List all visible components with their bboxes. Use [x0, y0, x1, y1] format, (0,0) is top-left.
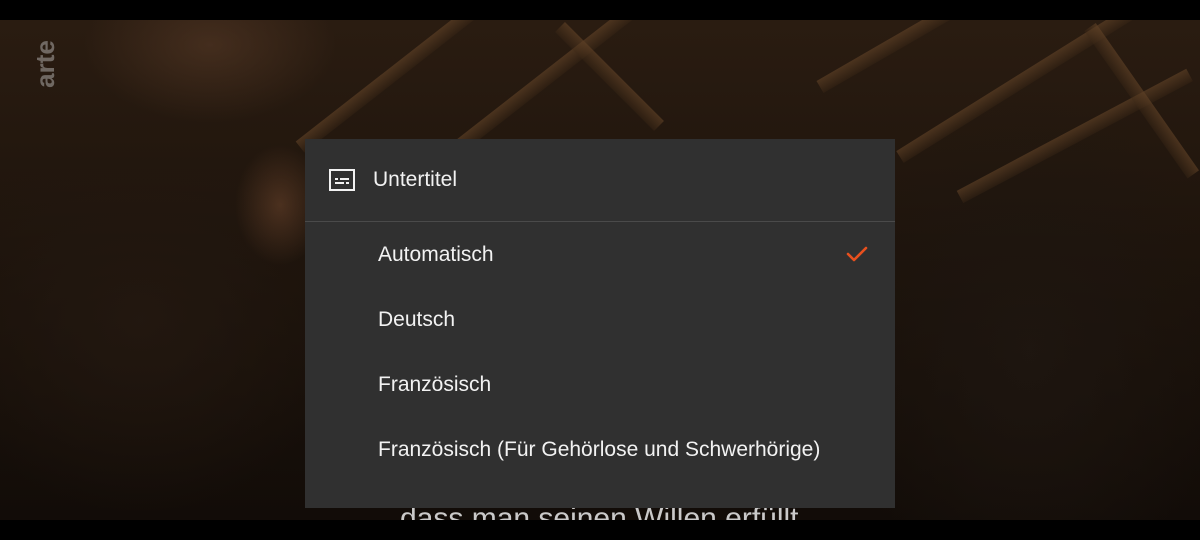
roof-beam — [555, 22, 664, 131]
subtitle-menu-title: Untertitel — [373, 168, 458, 191]
roof-beam — [1084, 22, 1199, 179]
subtitle-menu: Untertitel Automatisch Deutsch Französis… — [305, 139, 895, 508]
subtitle-menu-header: Untertitel — [305, 139, 895, 222]
subtitle-option-automatic[interactable]: Automatisch — [305, 222, 895, 287]
arte-logo-text: arte — [30, 40, 60, 88]
option-label: Französisch — [378, 372, 492, 396]
checkmark-icon — [846, 246, 868, 262]
option-label: Deutsch — [378, 307, 456, 331]
subtitle-option-german[interactable]: Deutsch — [305, 287, 895, 352]
closed-captions-icon — [329, 169, 355, 191]
arte-logo: arte — [30, 40, 60, 88]
option-label: Französisch (Für Gehörlose und Schwerhör… — [378, 437, 821, 461]
video-player: arte dass man seinen Willen erfüllt. Unt… — [0, 0, 1200, 540]
subtitle-option-french[interactable]: Französisch — [305, 352, 895, 417]
option-label: Automatisch — [378, 242, 494, 266]
roof-beam — [896, 20, 1159, 163]
roof-beam — [816, 20, 997, 94]
subtitle-option-french-sdh[interactable]: Französisch (Für Gehörlose und Schwerhör… — [305, 417, 895, 482]
roof-beam — [295, 20, 557, 153]
